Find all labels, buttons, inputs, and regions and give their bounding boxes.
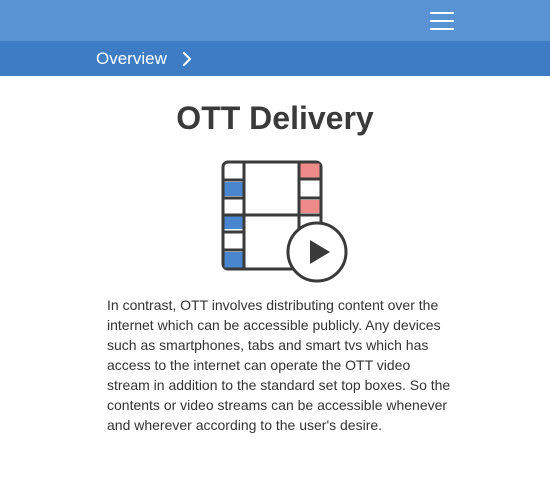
page-title: OTT Delivery — [176, 100, 374, 136]
breadcrumb-label: Overview — [96, 49, 167, 68]
breadcrumb: Overview — [0, 41, 550, 76]
top-header-bar — [0, 0, 550, 41]
breadcrumb-overview-link[interactable]: Overview — [96, 49, 193, 69]
hamburger-menu-icon[interactable] — [428, 10, 458, 32]
chevron-right-icon — [182, 52, 191, 66]
film-strip-play-icon — [221, 160, 348, 283]
description-paragraph: In contrast, OTT involves distributing c… — [107, 297, 451, 433]
